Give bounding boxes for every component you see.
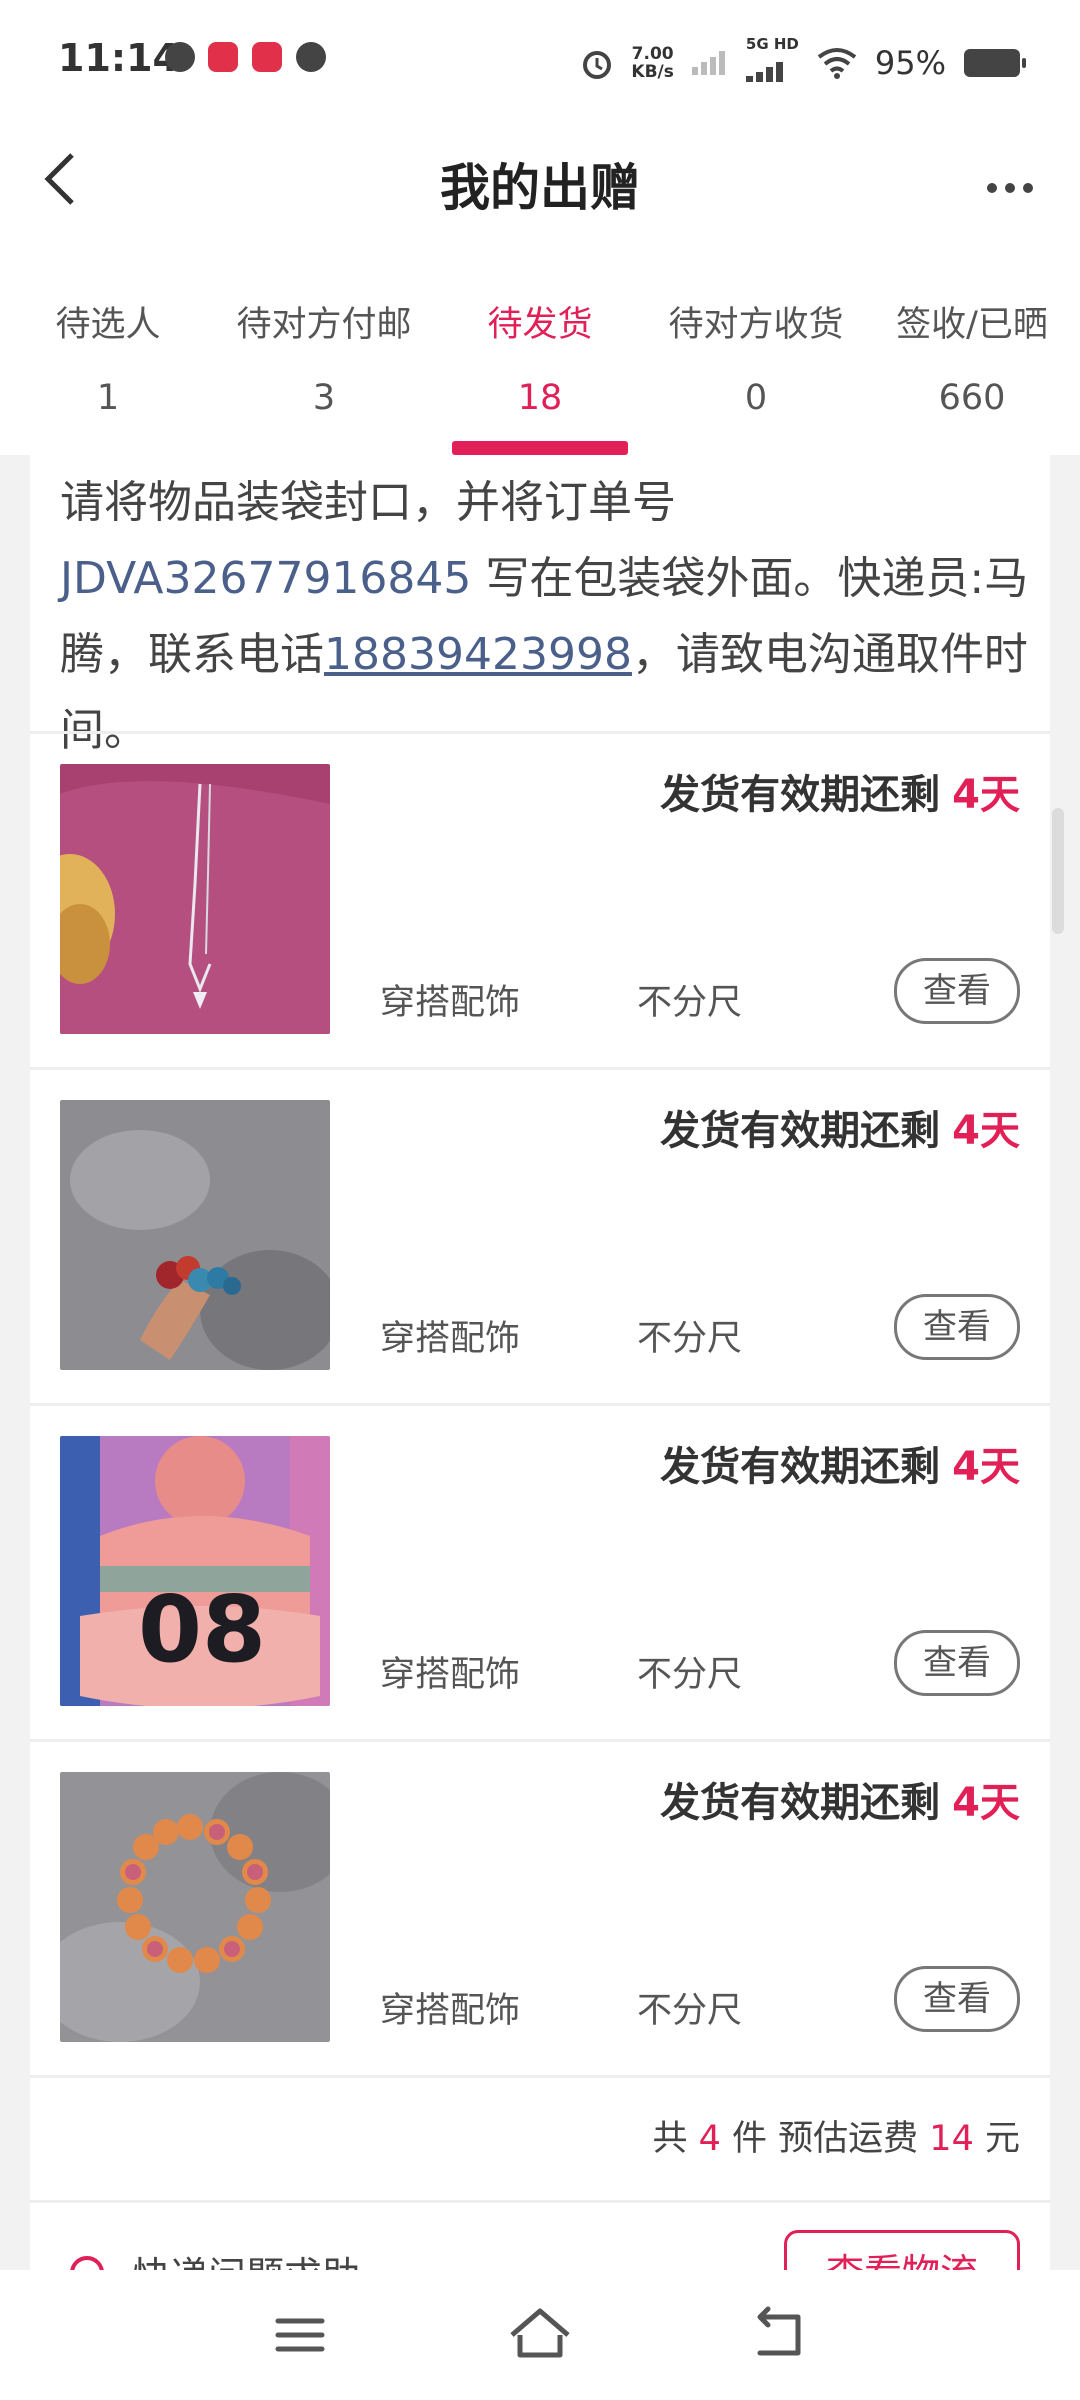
- necklace-image: [60, 764, 330, 1034]
- view-item-button[interactable]: 查看: [894, 1966, 1020, 2032]
- order-card: 请将物品装袋封口，并将订单号 JDVA32677916845 写在包装袋外面。快…: [30, 455, 1050, 2270]
- svg-text:08: 08: [138, 1576, 266, 1683]
- wifi-icon: [817, 48, 857, 79]
- more-button[interactable]: [980, 168, 1040, 208]
- item-category: 穿搭配饰: [380, 983, 521, 1023]
- signal-5g-icon: 5G HD: [745, 36, 799, 90]
- courier-phone-link[interactable]: 18839423998: [324, 629, 632, 680]
- knit-hat-image: 08: [60, 1436, 330, 1706]
- message-icon: [296, 42, 326, 72]
- app-notification-icon: [165, 42, 195, 72]
- shipping-deadline: 发货有效期还剩 4天: [660, 1444, 1020, 1490]
- item-thumbnail-bracelet[interactable]: [60, 1772, 330, 2042]
- status-tabs: 待选人 1 待对方付邮 3 待发货 18 待对方收货 0 签收/已晒 660: [0, 260, 1080, 455]
- list-item: 08 发货有效期还剩 4天 穿搭配饰 不分尺 查看: [30, 1406, 1050, 1742]
- order-number: JDVA32677916845: [60, 553, 472, 604]
- item-size: 不分尺: [637, 983, 743, 1023]
- view-item-button[interactable]: 查看: [894, 1630, 1020, 1696]
- page-title: 我的出赠: [440, 159, 640, 217]
- menu-icon: [275, 2318, 325, 2352]
- signal-empty-icon: [691, 51, 725, 75]
- delivery-help-link[interactable]: 快递问题求助: [70, 2245, 360, 2270]
- app-notification-icon: [252, 42, 282, 72]
- status-bar: 11:14 7.00 KB/s 5G HD 95%: [0, 0, 1080, 120]
- alarm-icon: [583, 51, 612, 79]
- flower-hairclip-image: [60, 1100, 330, 1370]
- divider: [30, 2075, 1050, 2078]
- system-nav-bar: [0, 2270, 1080, 2400]
- list-item: 发货有效期还剩 4天 穿搭配饰 不分尺 查看: [30, 734, 1050, 1070]
- order-summary: 共 4 件 预估运费 14 元: [652, 2119, 1020, 2159]
- back-button[interactable]: [40, 148, 100, 228]
- item-size: 不分尺: [637, 1655, 743, 1695]
- net-speed: 7.00 KB/s: [631, 44, 674, 82]
- tab-pending-receipt[interactable]: 待对方收货 0: [648, 260, 864, 455]
- status-right-group: 7.00 KB/s 5G HD 95%: [581, 36, 1026, 90]
- help-circle-icon: [70, 2255, 104, 2270]
- item-category: 穿搭配饰: [380, 1991, 521, 2031]
- item-category: 穿搭配饰: [380, 1319, 521, 1359]
- item-category: 穿搭配饰: [380, 1655, 521, 1695]
- view-item-button[interactable]: 查看: [894, 1294, 1020, 1360]
- tab-pending-postage[interactable]: 待对方付邮 3: [216, 260, 432, 455]
- back-icon: [757, 2306, 801, 2356]
- list-item: 发货有效期还剩 4天 穿搭配饰 不分尺 查看: [30, 1070, 1050, 1406]
- chevron-left-icon: [44, 153, 74, 205]
- title-bar: 我的出赠: [0, 120, 1080, 260]
- back-nav-button[interactable]: [740, 2295, 820, 2375]
- menu-button[interactable]: [260, 2295, 340, 2375]
- item-size: 不分尺: [637, 1319, 743, 1359]
- item-thumbnail-necklace[interactable]: [60, 764, 330, 1034]
- battery-icon: [964, 49, 1026, 77]
- shipping-notice: 请将物品装袋封口，并将订单号 JDVA32677916845 写在包装袋外面。快…: [60, 477, 1029, 756]
- view-logistics-button[interactable]: 查看物流: [784, 2230, 1020, 2270]
- status-time: 11:14: [58, 36, 179, 80]
- scrollbar[interactable]: [1052, 808, 1064, 934]
- shipping-deadline: 发货有效期还剩 4天: [660, 772, 1020, 818]
- app-notification-icon: [208, 42, 238, 72]
- more-dots-icon: [987, 183, 997, 193]
- tab-pending-select[interactable]: 待选人 1: [0, 260, 216, 455]
- bead-bracelet-image: [60, 1772, 330, 2042]
- shipping-deadline: 发货有效期还剩 4天: [660, 1108, 1020, 1154]
- item-size: 不分尺: [637, 1991, 743, 2031]
- shipping-deadline: 发货有效期还剩 4天: [660, 1780, 1020, 1826]
- active-tab-indicator: [452, 441, 628, 455]
- divider: [30, 2200, 1050, 2203]
- view-item-button[interactable]: 查看: [894, 958, 1020, 1024]
- battery-percent: 95%: [874, 44, 946, 82]
- item-thumbnail-hat[interactable]: 08: [60, 1436, 330, 1706]
- home-icon: [510, 2308, 570, 2358]
- home-button[interactable]: [500, 2295, 580, 2375]
- list-item: 发货有效期还剩 4天 穿搭配饰 不分尺 查看: [30, 1742, 1050, 2078]
- tab-received[interactable]: 签收/已晒 660: [864, 260, 1080, 455]
- item-thumbnail-hairclip[interactable]: [60, 1100, 330, 1370]
- tab-pending-shipment[interactable]: 待发货 18: [432, 260, 648, 455]
